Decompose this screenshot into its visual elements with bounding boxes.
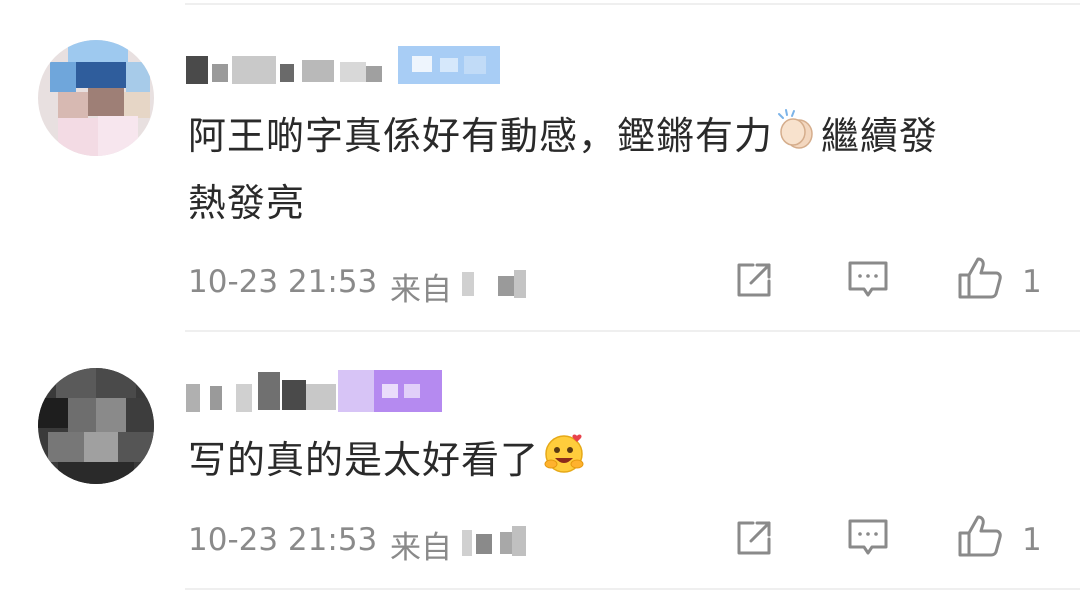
like-count: 1: [1022, 264, 1042, 300]
user-badge: [338, 370, 442, 412]
comment-source-label: 来自: [390, 272, 452, 308]
hugging-face-emoji-icon: [541, 430, 587, 495]
comment-text-line1: 写的真的是太好看了: [188, 438, 540, 482]
share-edit-icon: [733, 517, 775, 563]
user-badge: [398, 46, 500, 84]
avatar[interactable]: [38, 368, 154, 484]
comment-icon: [846, 259, 890, 305]
comment-time: 10-23 21:53: [188, 264, 378, 300]
thumbs-up-icon: [956, 513, 1004, 563]
share-edit-icon: [733, 259, 775, 305]
repost-button[interactable]: [730, 516, 778, 564]
comment-source-label: 来自: [390, 530, 452, 566]
like-button[interactable]: [956, 256, 1004, 304]
comment-text-line1b: 繼續發: [821, 114, 939, 158]
thumbs-up-icon: [956, 255, 1004, 305]
comment-divider: [185, 330, 1080, 332]
clapping-hands-emoji-icon: [775, 107, 819, 171]
comment-button[interactable]: [844, 258, 892, 306]
avatar[interactable]: [38, 40, 154, 156]
comment-icon: [846, 517, 890, 563]
comment-button[interactable]: [844, 516, 892, 564]
bottom-divider: [185, 588, 1080, 590]
comment-text: 阿王啲字真係好有動感，鏗鏘有力 繼續發 熱發亮: [188, 104, 938, 235]
like-button[interactable]: [956, 514, 1004, 562]
repost-button[interactable]: [730, 258, 778, 306]
like-count: 1: [1022, 522, 1042, 558]
comment-text: 写的真的是太好看了: [188, 428, 589, 495]
comment-time: 10-23 21:53: [188, 522, 378, 558]
top-divider: [185, 3, 1080, 5]
comment-text-line1: 阿王啲字真係好有動感，鏗鏘有力: [188, 114, 774, 158]
comment-text-line2: 熱發亮: [188, 180, 306, 225]
